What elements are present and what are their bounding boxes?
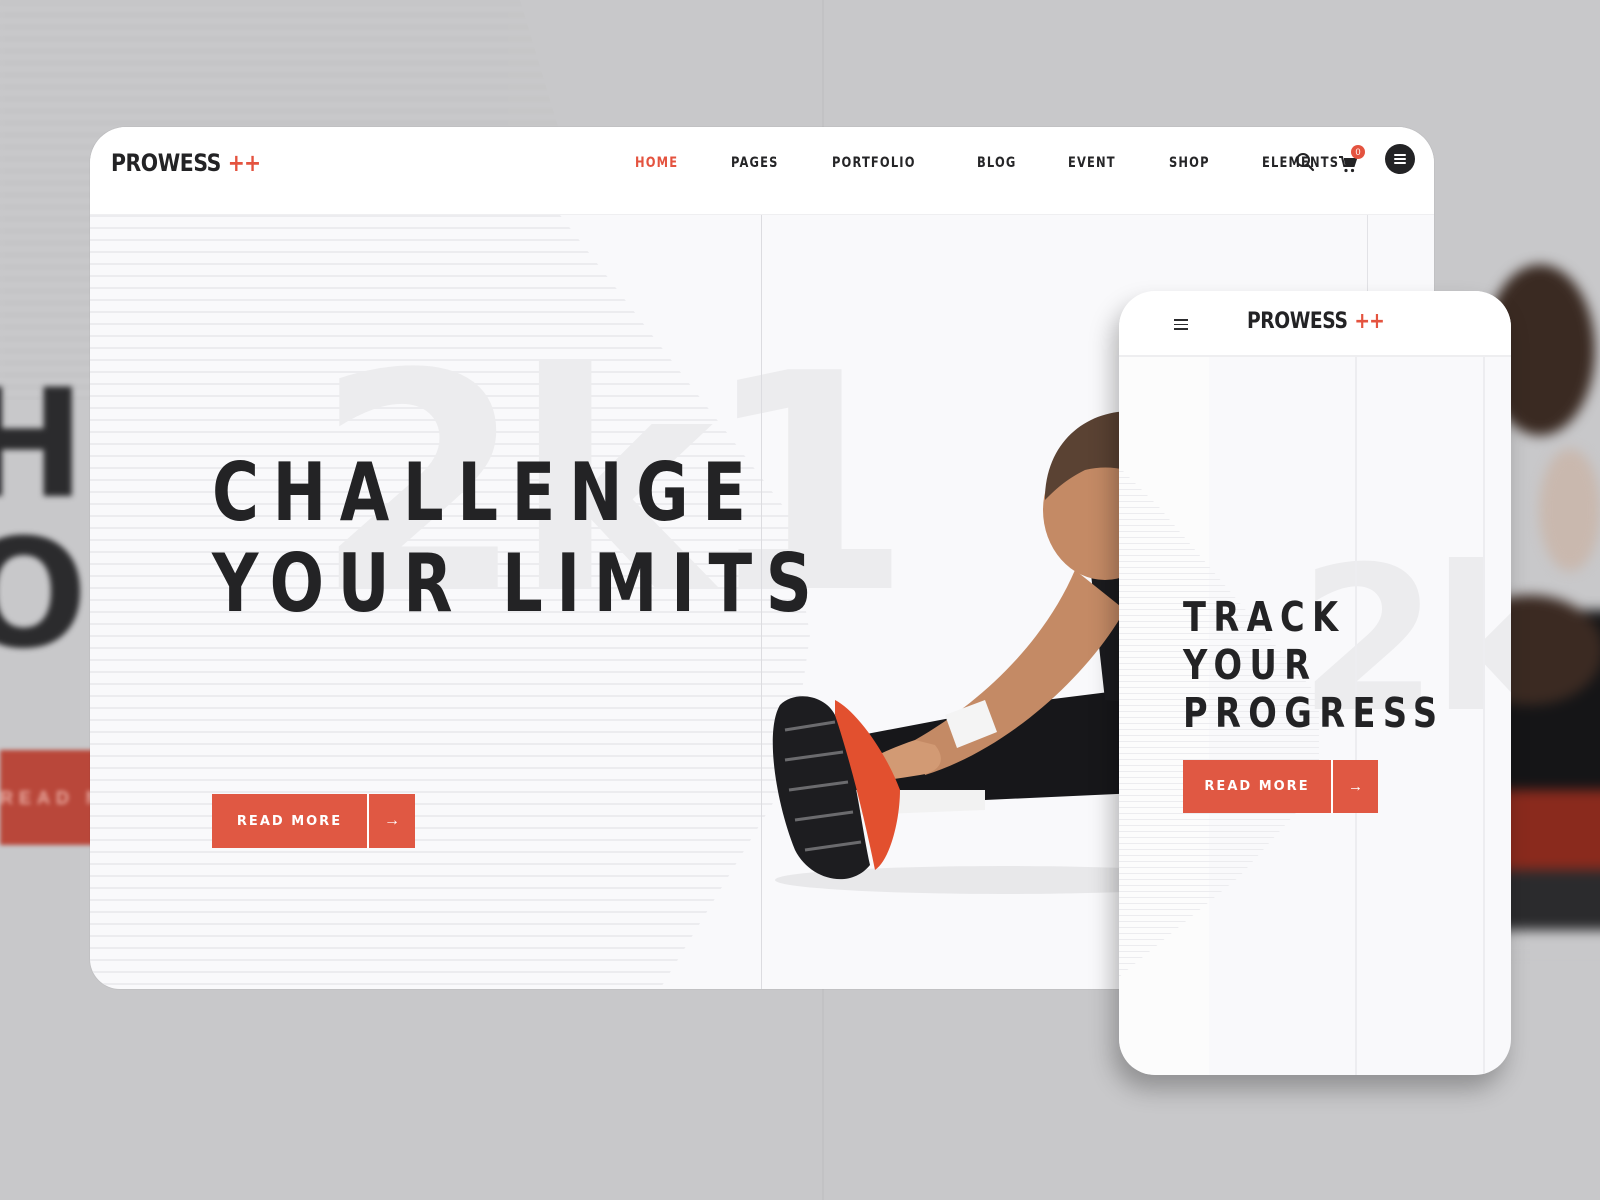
blurred-line: O: [0, 508, 98, 682]
menu-icon[interactable]: [1385, 144, 1415, 174]
arrow-right-icon: →: [1331, 760, 1378, 813]
nav-item-pages[interactable]: PAGES: [731, 155, 779, 171]
nav-item-portfolio[interactable]: PORTFOLIO: [832, 155, 916, 171]
logo-text: PROWESS: [111, 149, 221, 177]
blurred-line: H: [0, 358, 96, 532]
mobile-logo[interactable]: PROWESS ++: [1247, 309, 1385, 334]
logo-accent: ++: [227, 149, 261, 177]
read-more-label: READ MORE: [1204, 779, 1310, 794]
mobile-read-more-button[interactable]: READ MORE →: [1183, 760, 1378, 813]
nav-item-home[interactable]: HOME: [635, 155, 678, 171]
hero-title: CHALLENGE YOUR LIMITS: [212, 447, 825, 629]
hero-title-line: YOUR LIMITS: [212, 537, 826, 630]
background-blurred-text: H O: [0, 370, 98, 670]
hero-title-line: CHALLENGE: [212, 446, 760, 539]
hamburger-menu-icon[interactable]: [1174, 317, 1188, 331]
cart-count-badge: 0: [1351, 145, 1365, 159]
nav-item-shop[interactable]: SHOP: [1169, 155, 1210, 171]
mobile-hero-title: TRACK YOUR PROGRESS: [1183, 593, 1445, 737]
mobile-header: PROWESS ++: [1119, 291, 1511, 357]
nav-item-blog[interactable]: BLOG: [977, 155, 1016, 171]
main-nav: HOME PAGES PORTFOLIO BLOG EVENT SHOP ELE…: [635, 155, 1399, 171]
hero-title-line: YOUR: [1183, 641, 1318, 689]
mobile-mockup: 2k PROWESS ++ TRACK YOUR PROGRESS READ MO…: [1119, 291, 1511, 1075]
desktop-header: PROWESS ++ HOME PAGES PORTFOLIO BLOG EVEN…: [90, 127, 1434, 215]
search-icon[interactable]: [1294, 151, 1316, 173]
hero-title-line: TRACK: [1183, 593, 1346, 641]
arrow-right-icon: →: [367, 794, 415, 848]
read-more-button[interactable]: READ MORE →: [212, 794, 415, 848]
grid-line: [1483, 357, 1485, 1075]
logo-text: PROWESS: [1247, 309, 1348, 334]
background-blurred-button: READ MORE: [0, 750, 158, 845]
logo-accent: ++: [1354, 309, 1384, 334]
logo[interactable]: PROWESS ++: [111, 149, 261, 177]
nav-item-event[interactable]: EVENT: [1068, 155, 1116, 171]
hero-title-line: PROGRESS: [1183, 689, 1445, 737]
read-more-label: READ MORE: [236, 813, 343, 829]
